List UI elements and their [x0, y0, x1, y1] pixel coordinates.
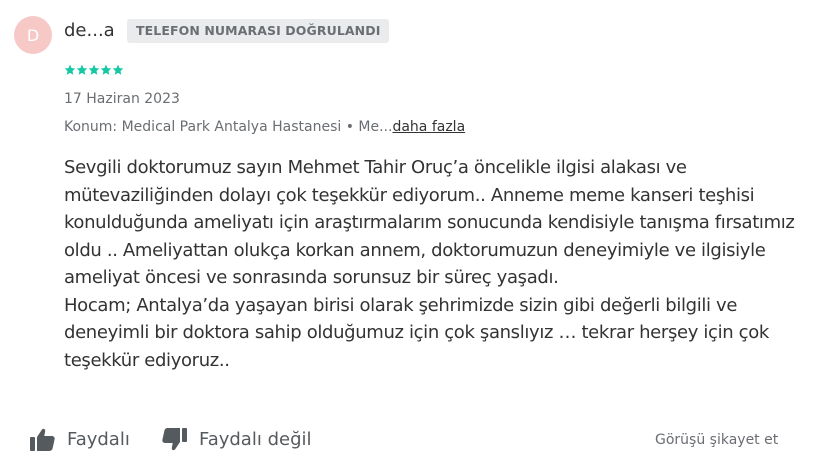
review-location: Konum: Medical Park Antalya Hastanesi • …	[64, 119, 465, 135]
review-date: 17 Haziran 2023	[64, 91, 180, 107]
verified-phone-badge: TELEFON NUMARASI DOĞRULANDI	[127, 19, 390, 43]
star-icon	[88, 64, 100, 75]
not-helpful-label: Faydalı değil	[199, 429, 312, 450]
thumbs-up-icon	[30, 428, 55, 451]
review-text: Sevgili doktorumuz sayın Mehmet Tahir Or…	[64, 154, 804, 374]
more-link[interactable]: daha fazla	[392, 119, 465, 135]
star-icon	[64, 64, 76, 75]
report-link[interactable]: Görüşü şikayet et	[655, 432, 778, 448]
star-icon	[112, 64, 124, 75]
review-paragraph: Hocam; Antalya’da yaşayan birisi olarak …	[64, 294, 769, 371]
review-paragraph: Sevgili doktorumuz sayın Mehmet Tahir Or…	[64, 157, 795, 288]
location-text: Konum: Medical Park Antalya Hastanesi • …	[64, 119, 393, 135]
thumbs-down-icon	[162, 428, 187, 451]
star-icon	[76, 64, 88, 75]
helpful-label: Faydalı	[67, 429, 130, 450]
avatar: D	[14, 16, 52, 54]
star-icon	[100, 64, 112, 75]
not-helpful-button[interactable]: Faydalı değil	[162, 428, 312, 451]
reviewer-username: de...a	[64, 20, 115, 41]
helpful-button[interactable]: Faydalı	[30, 428, 130, 451]
star-rating	[64, 64, 124, 76]
